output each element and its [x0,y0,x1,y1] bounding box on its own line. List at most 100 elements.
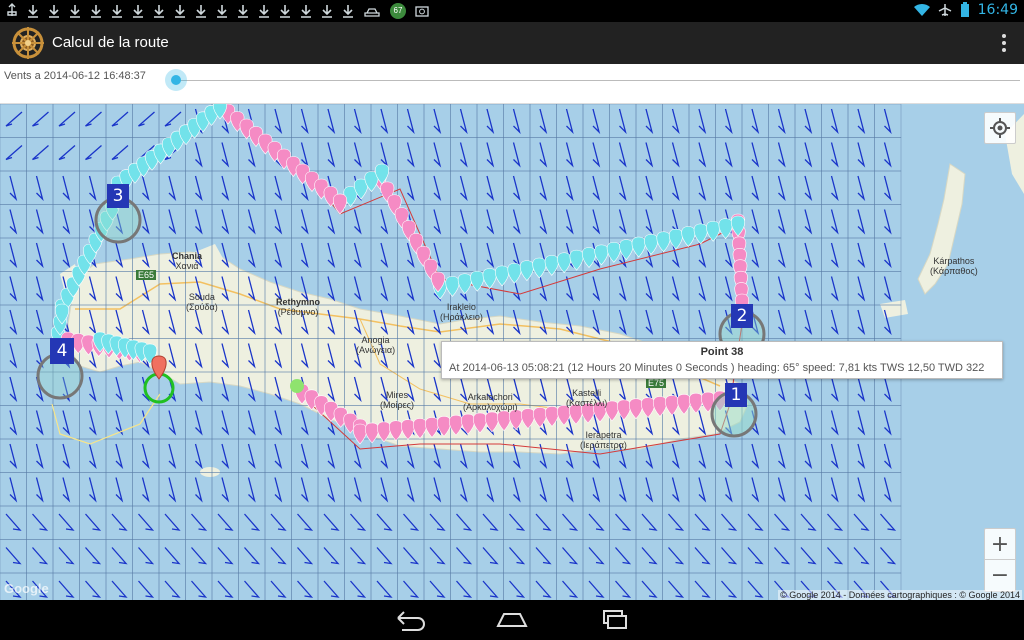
route-marker[interactable] [332,193,348,215]
wind-arrow-icon [804,477,813,503]
wind-arrow-icon [32,547,49,565]
route-marker[interactable] [482,268,497,289]
wind-arrow-icon [327,142,336,168]
wind-arrow-icon [433,175,442,202]
wind-arrow-icon [403,547,420,565]
wind-arrow-icon [141,209,150,235]
wind-arrow-icon [800,513,817,531]
wind-arrow-icon [138,547,155,565]
wind-arrow-icon [512,108,521,135]
wind-arrow-icon [323,547,340,565]
wind-arrow-icon [459,175,468,202]
route-marker[interactable] [706,220,721,242]
ships-wheel-icon[interactable] [12,27,44,59]
wind-arrow-icon [565,209,574,235]
wind-arrow-icon [300,410,309,436]
waypoint-flag-4[interactable]: 4 [50,338,74,364]
wind-cell [52,137,80,172]
wind-arrow-icon [698,108,707,135]
wind-arrow-icon [247,142,256,168]
wind-arrow-icon [751,276,760,302]
route-marker[interactable] [644,234,659,255]
download-icon [217,5,227,18]
wind-arrow-icon [509,513,526,531]
wind-arrow-icon [486,175,495,202]
wind-arrow-icon [592,142,601,168]
route-marker[interactable] [718,218,733,240]
route-marker[interactable] [569,249,584,271]
wind-arrow-icon [194,209,203,235]
wind-arrow-icon [539,276,548,302]
time-slider-thumb[interactable] [165,69,187,91]
point-info-window[interactable]: Point 38 At 2014-06-13 05:08:21 (12 Hour… [441,341,1003,379]
time-slider-track[interactable] [176,80,1020,81]
route-marker[interactable] [557,252,572,274]
my-location-button[interactable] [984,112,1016,144]
zoom-in-button[interactable]: + [985,529,1015,560]
wind-arrow-icon [804,142,813,168]
wind-arrow-icon [618,309,627,336]
waypoint-flag-2[interactable]: 2 [731,304,753,328]
wind-arrow-icon [58,547,75,565]
wind-arrow-icon [592,209,601,235]
wind-arrow-icon [830,410,839,436]
wind-cell [105,104,133,138]
wind-arrow-icon [217,547,234,565]
wind-arrow-icon [883,242,892,269]
route-marker[interactable] [470,270,485,292]
wind-arrow-icon [671,477,680,503]
route-marker[interactable] [681,226,696,247]
route-marker[interactable] [507,262,522,284]
wind-arrow-icon [141,175,150,202]
route-marker[interactable] [619,239,634,261]
route-marker[interactable] [581,247,597,268]
wind-arrow-icon [164,111,182,127]
waypoint-flag-1[interactable]: 1 [725,383,747,407]
wind-arrow-icon [645,108,654,135]
route-marker[interactable] [364,422,380,444]
route-marker[interactable] [656,231,671,253]
zoom-out-button[interactable]: − [985,560,1015,591]
recent-apps-icon[interactable] [594,608,634,632]
wind-arrow-icon [459,108,468,135]
wind-arrow-icon [380,477,389,503]
route-marker[interactable] [495,265,510,287]
route-marker[interactable] [532,257,547,279]
wind-arrow-icon [353,242,362,269]
wind-arrow-icon [724,242,733,269]
route-marker[interactable] [606,241,621,263]
map-attribution[interactable]: © Google 2014 - Données cartographiques … [778,590,1022,600]
wind-arrow-icon [721,513,738,531]
wind-arrow-icon [645,276,654,302]
road-label: E75 [646,378,667,388]
overflow-menu-icon[interactable] [998,32,1010,54]
home-icon[interactable] [492,608,532,632]
download-icon [175,5,185,18]
route-marker[interactable] [594,244,609,266]
wind-arrow-icon [830,108,839,135]
route-marker[interactable] [668,228,683,250]
back-icon[interactable] [390,608,430,632]
wind-arrow-icon [115,443,124,470]
wind-arrow-icon [535,580,552,598]
route-marker[interactable] [457,273,472,295]
route-marker[interactable] [352,423,368,445]
place-label: Chania Χανιά [172,251,203,271]
place-label: Kastelli (Καστέλλι) [566,388,608,408]
waypoint-flag-3[interactable]: 3 [107,184,129,208]
wind-arrow-icon [883,276,892,302]
wind-arrow-icon [9,309,18,336]
route-marker[interactable] [631,236,646,258]
wind-arrow-icon [857,276,866,302]
wind-arrow-icon [194,443,203,470]
wind-arrow-icon [5,145,23,161]
wind-arrow-icon [535,513,552,531]
map-view[interactable]: 1 2 3 4 Chania Χανιά Rethymno (Ρέθυμνο) An… [0,104,1024,600]
wind-arrow-icon [724,477,733,503]
wind-arrow-icon [777,209,786,235]
wind-arrow-icon [724,276,733,302]
route-marker[interactable] [519,260,534,282]
wind-arrow-icon [777,108,786,135]
route-marker[interactable] [445,276,460,297]
wind-arrow-icon [244,547,261,565]
